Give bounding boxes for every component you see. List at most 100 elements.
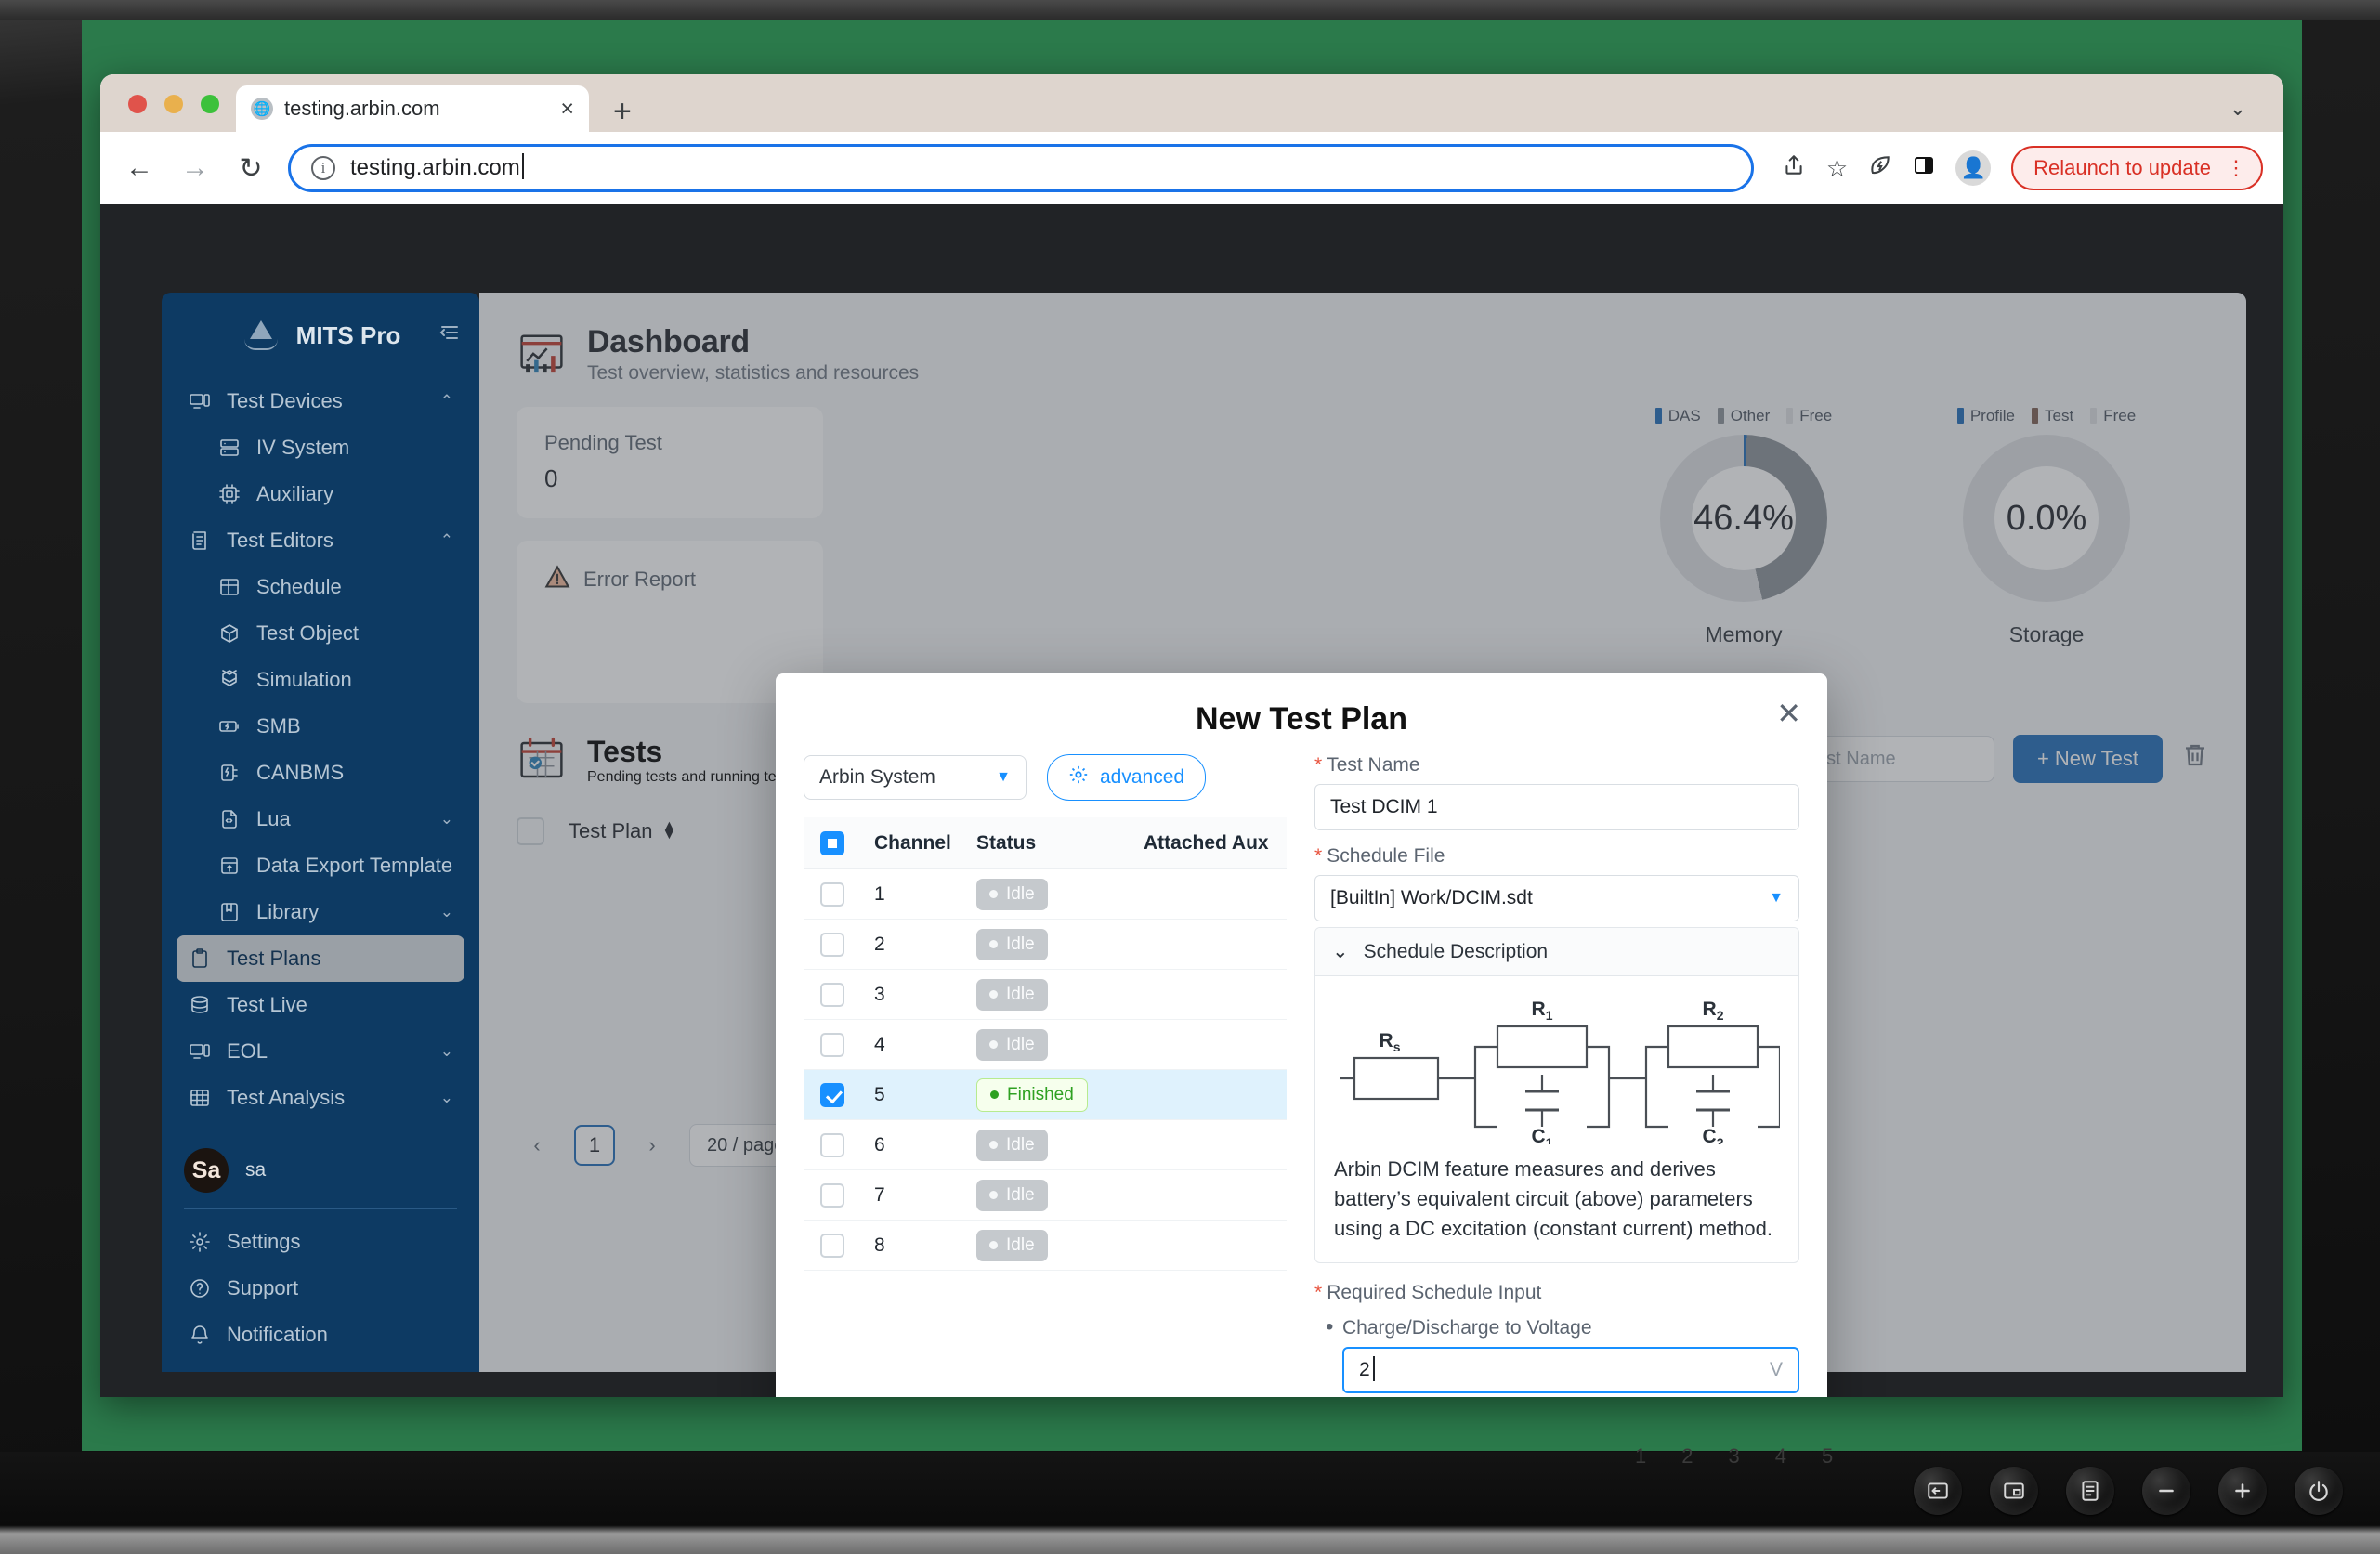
channel-row[interactable]: 1 Idle <box>804 869 1287 920</box>
sidebar-item-label: Test Object <box>256 621 360 645</box>
sidebar-item-data-export-template[interactable]: Data Export Template <box>177 842 464 889</box>
channel-row[interactable]: 7 Idle <box>804 1170 1287 1221</box>
channel-checkbox[interactable] <box>820 1132 844 1157</box>
chevron-icon[interactable]: ⌃ <box>440 531 453 550</box>
chevron-icon[interactable]: ⌄ <box>440 903 453 921</box>
sidebar-item-simulation[interactable]: Simulation <box>177 657 464 703</box>
profile-avatar[interactable]: 👤 <box>1955 150 1992 186</box>
required-schedule-input-label: * Required Schedule Input <box>1314 1281 1542 1303</box>
channel-checkbox[interactable] <box>820 932 844 957</box>
status-badge: Idle <box>976 928 1048 960</box>
energy-saver-icon[interactable] <box>1868 153 1892 184</box>
system-select[interactable]: Arbin System ▼ <box>804 755 1027 800</box>
status-label: Idle <box>1006 1134 1035 1155</box>
browser-tab[interactable]: 🌐 testing.arbin.com × <box>236 85 589 132</box>
test-name-field[interactable]: Test DCIM 1 <box>1314 784 1799 830</box>
channel-checkbox[interactable] <box>820 1233 844 1258</box>
channel-checkbox[interactable] <box>820 881 844 907</box>
select-all-channels-checkbox[interactable] <box>820 830 844 855</box>
required-field-list: Charge/Discharge to Voltage2VCharge/Disc… <box>1314 1314 1799 1397</box>
window-traffic-lights[interactable] <box>128 95 219 113</box>
sidebar-item-label: Data Export Template <box>256 854 453 877</box>
sidebar-item-label: Test Analysis <box>227 1086 346 1109</box>
sidebar-item-test-plans[interactable]: Test Plans <box>177 935 464 982</box>
status-label: Idle <box>1006 1034 1035 1054</box>
schedule-description-header[interactable]: ⌄ Schedule Description <box>1315 928 1798 976</box>
sidebar-item-settings[interactable]: Settings <box>177 1219 464 1265</box>
schedule-description-panel: ⌄ Schedule Description Rs R1 C1 R2 C2 Ar… <box>1314 927 1799 1263</box>
schedule-description-text: Arbin DCIM feature measures and derives … <box>1334 1157 1773 1240</box>
sidebar-user[interactable]: Sa sa <box>177 1134 464 1207</box>
sidebar-item-test-editors[interactable]: Test Editors ⌃ <box>177 517 464 564</box>
test-name-value: Test DCIM 1 <box>1330 796 1438 817</box>
channel-checkbox[interactable] <box>820 1082 844 1107</box>
sidebar-item-canbms[interactable]: CANBMS <box>177 750 464 796</box>
minus-icon[interactable] <box>2142 1467 2190 1515</box>
sidebar-item-support[interactable]: Support <box>177 1265 464 1312</box>
reload-button[interactable]: ↻ <box>232 152 269 185</box>
site-info-icon[interactable]: i <box>311 156 335 180</box>
picture-mode-icon[interactable] <box>1990 1467 2038 1515</box>
sidebar-item-eol[interactable]: EOL ⌄ <box>177 1028 464 1075</box>
sidebar-item-schedule[interactable]: Schedule <box>177 564 464 610</box>
close-window-button[interactable] <box>128 95 147 113</box>
chevron-down-icon[interactable]: ⌄ <box>2230 97 2246 121</box>
sidebar-item-test-devices[interactable]: Test Devices ⌃ <box>177 378 464 424</box>
input-source-icon[interactable] <box>1914 1467 1962 1515</box>
advanced-button[interactable]: advanced <box>1047 754 1207 801</box>
close-icon[interactable]: × <box>560 97 574 121</box>
channel-row[interactable]: 2 Idle <box>804 920 1287 970</box>
sidebar-item-smb[interactable]: SMB <box>177 703 464 750</box>
address-bar[interactable]: i testing.arbin.com <box>288 144 1754 192</box>
channel-row[interactable]: 6 Idle <box>804 1120 1287 1170</box>
channel-row[interactable]: 8 Idle <box>804 1221 1287 1271</box>
power-icon[interactable] <box>2295 1467 2343 1515</box>
sidebar-item-notification[interactable]: Notification <box>177 1312 464 1358</box>
sidebar-item-lua[interactable]: Lua ⌄ <box>177 796 464 842</box>
sidebar-item-test-live[interactable]: Test Live <box>177 982 464 1028</box>
chevron-icon[interactable]: ⌄ <box>440 1089 453 1107</box>
sidebar-item-label: Auxiliary <box>256 482 334 505</box>
menu-icon[interactable] <box>2066 1467 2114 1515</box>
chevron-down-icon: ▼ <box>1769 890 1784 906</box>
input-field[interactable]: 2V <box>1342 1346 1799 1393</box>
status-dot <box>989 890 998 898</box>
plus-icon[interactable] <box>2218 1467 2267 1515</box>
sidebar-item-label: Test Editors <box>227 529 333 552</box>
monitor-frame: 🌐 testing.arbin.com × + ⌄ ← → ↻ i testin… <box>0 0 2380 1554</box>
close-icon[interactable]: ✕ <box>1776 696 1801 731</box>
sidebar-item-library[interactable]: Library ⌄ <box>177 889 464 935</box>
required-star: * <box>1314 845 1323 867</box>
back-button[interactable]: ← <box>121 152 158 184</box>
input-value: 2 <box>1359 1355 1375 1381</box>
chevron-icon[interactable]: ⌃ <box>440 392 453 411</box>
side-panel-icon[interactable] <box>1913 154 1935 183</box>
channel-checkbox[interactable] <box>820 1032 844 1057</box>
sidebar-item-test-object[interactable]: Test Object <box>177 610 464 657</box>
channel-row[interactable]: 4 Idle <box>804 1020 1287 1070</box>
channel-checkbox[interactable] <box>820 982 844 1007</box>
forward-button[interactable]: → <box>177 152 214 184</box>
channel-row[interactable]: 5 Finished <box>804 1070 1287 1120</box>
sidebar-item-test-analysis[interactable]: Test Analysis ⌄ <box>177 1075 464 1121</box>
required-schedule-input: *Required Schedule Input Charge/Discharg… <box>1314 1282 1799 1397</box>
new-tab-button[interactable]: + <box>613 95 632 127</box>
svg-text:Rs: Rs <box>1380 1030 1401 1054</box>
channel-row[interactable]: 3 Idle <box>804 970 1287 1020</box>
minimize-window-button[interactable] <box>164 95 183 113</box>
browser-menu-icon[interactable]: ⋮ <box>2226 158 2246 179</box>
relaunch-to-update-button[interactable]: Relaunch to update ⋮ <box>2011 146 2263 190</box>
channel-number: 3 <box>874 983 885 1005</box>
chevron-icon[interactable]: ⌄ <box>440 810 453 829</box>
share-icon[interactable] <box>1782 153 1806 184</box>
sidebar-item-iv-system[interactable]: IV System <box>177 424 464 471</box>
toolbar-actions: ☆ 👤 Relaunch to update ⋮ <box>1772 146 2263 190</box>
collapse-sidebar-icon[interactable] <box>438 323 461 347</box>
sidebar-item-auxiliary[interactable]: Auxiliary <box>177 471 464 517</box>
bookmark-star-icon[interactable]: ☆ <box>1826 154 1848 183</box>
chevron-icon[interactable]: ⌄ <box>440 1042 453 1061</box>
channel-checkbox[interactable] <box>820 1182 844 1208</box>
schedule-file-select[interactable]: [BuiltIn] Work/DCIM.sdt ▼ <box>1314 875 1799 921</box>
test-plan-form: * Test Name Test DCIM 1 * Schedule File [B… <box>1314 754 1799 1397</box>
maximize-window-button[interactable] <box>201 95 219 113</box>
